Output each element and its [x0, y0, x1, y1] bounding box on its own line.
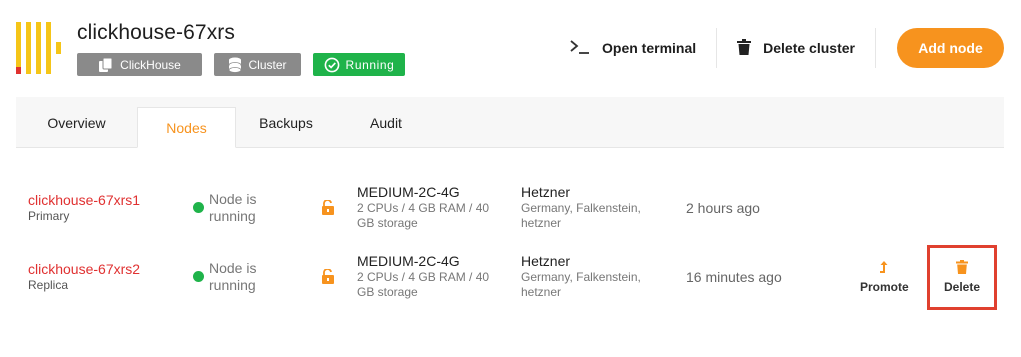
delete-highlight-box	[927, 245, 997, 310]
tag-label: Running	[345, 57, 395, 72]
status-badge: Running	[313, 53, 405, 76]
cluster-title: clickhouse-67xrs	[77, 21, 235, 44]
node-status: Node is running	[209, 191, 257, 224]
promote-arrow-icon	[879, 260, 889, 277]
promote-button[interactable]: Promote	[860, 260, 909, 294]
add-node-button[interactable]: Add node	[897, 28, 1004, 68]
tab-backups[interactable]: Backups	[236, 97, 336, 148]
tab-audit[interactable]: Audit	[336, 97, 436, 148]
node-size: MEDIUM-2C-4G	[357, 184, 460, 200]
node-status: Node is running	[209, 260, 257, 293]
cluster-tags: ClickHouse Cluster Running	[77, 53, 405, 76]
tag-cluster: Cluster	[214, 53, 301, 76]
tab-overview[interactable]: Overview	[16, 97, 137, 148]
delete-cluster-label: Delete cluster	[763, 40, 855, 56]
check-circle-icon	[324, 57, 340, 73]
node-provider: Hetzner	[521, 184, 571, 200]
node-spec: 2 CPUs / 4 GB RAM / 40 GB storage	[357, 270, 490, 299]
node-size: MEDIUM-2C-4G	[357, 253, 460, 269]
node-location: Germany, Falkenstein, hetzner	[521, 201, 641, 230]
node-name-link[interactable]: clickhouse-67xrs1	[28, 192, 140, 208]
running-dot-icon	[193, 202, 204, 213]
unlock-icon[interactable]	[321, 199, 335, 220]
running-dot-icon	[193, 271, 204, 282]
header-actions: Open terminal Delete cluster	[560, 28, 876, 68]
node-role: Primary	[28, 209, 70, 223]
copy-icon	[98, 57, 114, 73]
database-icon	[228, 57, 242, 73]
node-location: Germany, Falkenstein, hetzner	[521, 270, 641, 299]
tag-label: Cluster	[248, 57, 287, 72]
node-name-link[interactable]: clickhouse-67xrs2	[28, 261, 140, 277]
tag-clickhouse: ClickHouse	[77, 53, 202, 76]
delete-cluster-button[interactable]: Delete cluster	[717, 28, 875, 68]
tab-nodes[interactable]: Nodes	[137, 107, 236, 148]
divider	[874, 28, 876, 68]
trash-icon	[737, 38, 752, 58]
node-spec: 2 CPUs / 4 GB RAM / 40 GB storage	[357, 201, 490, 230]
open-terminal-button[interactable]: Open terminal	[560, 28, 716, 68]
tab-bar: Overview Nodes Backups Audit	[16, 97, 1004, 148]
node-provider: Hetzner	[521, 253, 571, 269]
table-row: clickhouse-67xrs1 Primary Node is runnin…	[16, 175, 1004, 243]
table-row: clickhouse-67xrs2 Replica Node is runnin…	[16, 244, 1004, 312]
promote-label: Promote	[860, 280, 909, 294]
terminal-icon	[570, 39, 590, 57]
node-created: 2 hours ago	[686, 200, 760, 216]
node-role: Replica	[28, 278, 69, 292]
unlock-icon[interactable]	[321, 268, 335, 289]
node-created: 16 minutes ago	[686, 269, 782, 285]
open-terminal-label: Open terminal	[602, 40, 697, 56]
clickhouse-logo	[16, 22, 61, 74]
tag-label: ClickHouse	[120, 57, 181, 72]
